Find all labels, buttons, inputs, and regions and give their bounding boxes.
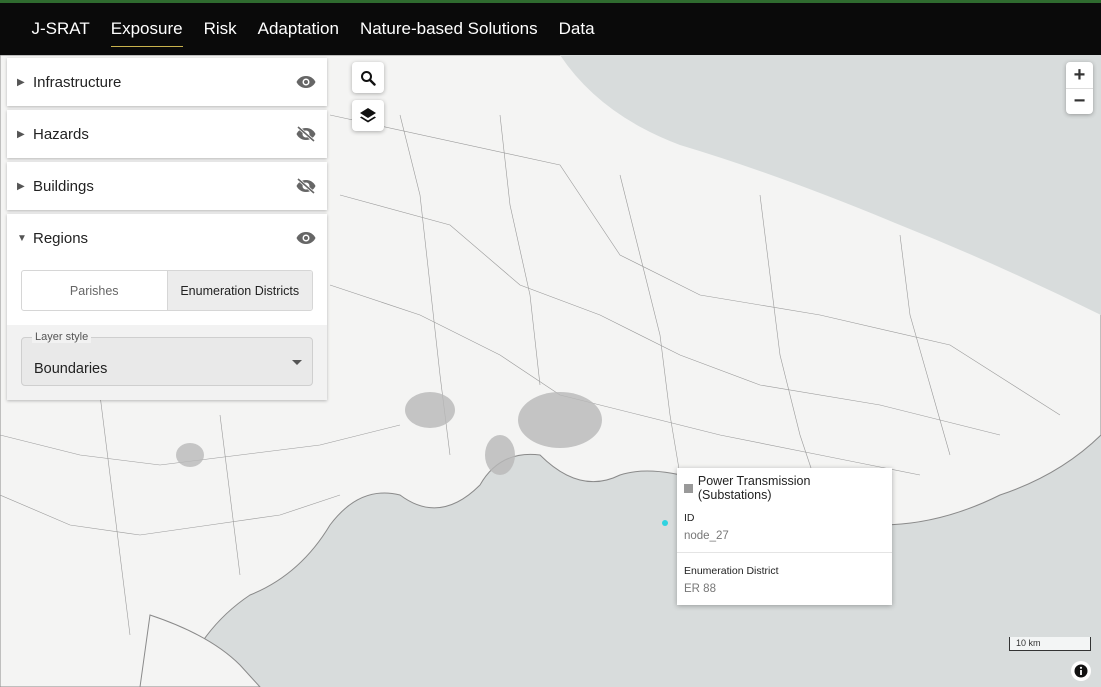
tooltip-header: Power Transmission (Substations) xyxy=(677,468,892,506)
tooltip-title: Power Transmission (Substations) xyxy=(697,474,811,502)
section-infrastructure-header[interactable]: ▶ Infrastructure xyxy=(7,58,327,106)
section-hazards: ▶ Hazards xyxy=(7,110,327,158)
caret-right-icon: ▶ xyxy=(17,76,25,88)
attribution-button[interactable] xyxy=(1071,661,1091,681)
section-regions-header[interactable]: ▼ Regions xyxy=(7,214,327,262)
nav-risk[interactable]: Risk xyxy=(193,3,247,55)
regions-options: Parishes Enumeration Districts xyxy=(7,262,327,325)
field-value: node_27 xyxy=(684,530,729,542)
zoom-in-button[interactable]: + xyxy=(1066,62,1093,88)
nav-adaptation[interactable]: Adaptation xyxy=(247,3,349,55)
caret-down-icon: ▼ xyxy=(17,232,27,244)
caret-right-icon: ▶ xyxy=(17,180,25,192)
section-buildings-title: Buildings xyxy=(33,177,94,195)
nav-nbs-label: Nature-based Solutions xyxy=(359,19,538,38)
section-regions-title: Regions xyxy=(33,229,89,247)
brand-label: J-SRAT xyxy=(31,19,90,38)
section-regions: ▼ Regions Parishes Enumeration Districts… xyxy=(7,214,327,400)
layer-style-select[interactable]: Layer style Boundaries xyxy=(21,331,313,386)
layer-style-box: Layer style Boundaries xyxy=(7,325,327,400)
nav-adaptation-label: Adaptation xyxy=(257,19,339,38)
zoom-out-button[interactable]: − xyxy=(1066,88,1093,114)
section-buildings-header[interactable]: ▶ Buildings xyxy=(7,162,327,210)
section-hazards-header[interactable]: ▶ Hazards xyxy=(7,110,327,158)
layers-panel: ▶ Infrastructure ▶ Hazards ▶ Buildings ▼ xyxy=(7,58,327,404)
toggle-parishes[interactable]: Parishes xyxy=(22,271,167,310)
tooltip-field-id: ID node_27 xyxy=(677,506,892,552)
section-infrastructure: ▶ Infrastructure xyxy=(7,58,327,106)
layers-button[interactable] xyxy=(352,100,384,131)
search-icon xyxy=(361,70,376,86)
section-buildings: ▶ Buildings xyxy=(7,162,327,210)
nav-risk-label: Risk xyxy=(203,19,237,38)
nav-data-label: Data xyxy=(558,19,595,38)
eye-off-icon[interactable] xyxy=(295,123,317,145)
layers-icon xyxy=(360,107,376,122)
layer-swatch xyxy=(684,483,693,493)
caret-right-icon: ▶ xyxy=(17,128,25,140)
section-hazards-title: Hazards xyxy=(33,125,89,143)
eye-icon[interactable] xyxy=(295,227,317,249)
field-value: ER 88 xyxy=(684,583,716,595)
search-button[interactable] xyxy=(352,62,384,93)
zoom-controls: + − xyxy=(1066,62,1093,114)
eye-icon[interactable] xyxy=(295,71,317,93)
nav-exposure[interactable]: Exposure xyxy=(100,3,193,55)
tooltip-field-district: Enumeration District ER 88 xyxy=(677,552,892,605)
toggle-enumeration-districts[interactable]: Enumeration Districts xyxy=(166,271,312,310)
info-icon xyxy=(1074,664,1088,678)
selected-feature-marker[interactable] xyxy=(662,520,668,526)
field-label: Enumeration District xyxy=(684,565,779,577)
nav-nature-based-solutions[interactable]: Nature-based Solutions xyxy=(349,3,548,55)
field-label: ID xyxy=(684,512,695,524)
nav-data[interactable]: Data xyxy=(548,3,605,55)
layer-style-value: Boundaries xyxy=(34,361,108,377)
nav-exposure-label: Exposure xyxy=(110,19,183,47)
region-type-toggle: Parishes Enumeration Districts xyxy=(21,270,313,311)
top-navigation: J-SRAT Exposure Risk Adaptation Nature-b… xyxy=(0,0,1101,55)
layer-style-label: Layer style xyxy=(32,331,92,343)
section-infrastructure-title: Infrastructure xyxy=(33,73,122,91)
scale-bar: 10 km xyxy=(1009,637,1091,651)
feature-tooltip: Power Transmission (Substations) ID node… xyxy=(677,468,892,605)
app-brand[interactable]: J-SRAT xyxy=(21,3,100,55)
dropdown-arrow-icon xyxy=(292,360,302,365)
eye-off-icon[interactable] xyxy=(295,175,317,197)
